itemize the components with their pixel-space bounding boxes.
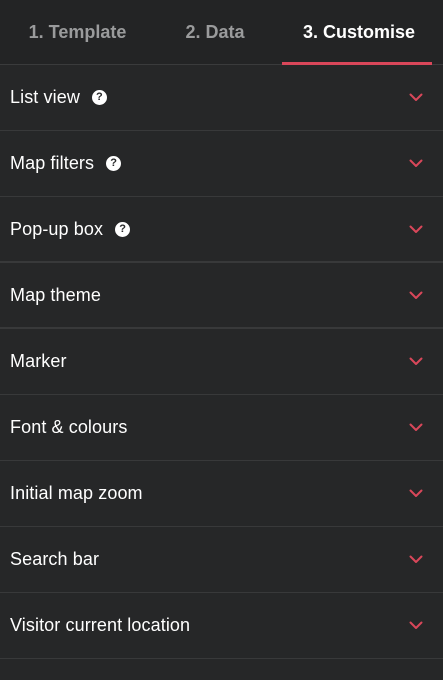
section-marker[interactable]: Marker	[0, 329, 443, 395]
chevron-down-icon[interactable]	[409, 621, 423, 631]
section-label: Search bar	[10, 549, 100, 569]
chevron-down-icon[interactable]	[409, 555, 423, 565]
section-map-filters[interactable]: Map filters ?	[0, 131, 443, 197]
section-label: Font & colours	[10, 417, 128, 437]
question-icon[interactable]: ?	[115, 221, 131, 237]
tab-data[interactable]: 2. Data	[155, 0, 275, 64]
section-search-bar[interactable]: Search bar	[0, 527, 443, 593]
question-icon[interactable]: ?	[91, 90, 107, 105]
section-font-colours[interactable]: Font & colours	[0, 395, 443, 461]
section-initial-map-zoom[interactable]: Initial map zoom	[0, 461, 443, 527]
tab-template[interactable]: 1. Template	[0, 0, 155, 64]
chevron-down-icon[interactable]	[409, 423, 423, 433]
chevron-down-icon[interactable]	[409, 489, 423, 499]
chevron-down-icon[interactable]	[409, 224, 423, 234]
section-label: Initial map zoom	[10, 483, 143, 503]
step-tabs: 1. Template 2. Data 3. Customise	[0, 0, 443, 65]
tab-customise[interactable]: 3. Customise	[275, 0, 443, 65]
chevron-down-icon[interactable]	[409, 290, 423, 300]
section-label: Marker	[10, 351, 67, 371]
chevron-down-icon[interactable]	[409, 159, 423, 169]
section-label: Pop-up box	[10, 218, 104, 239]
section-label: Visitor current location	[10, 615, 191, 635]
section-label: Map theme	[10, 284, 101, 305]
section-label: List view	[10, 87, 80, 107]
chevron-down-icon[interactable]	[409, 357, 423, 367]
section-label: Map filters	[10, 153, 95, 173]
section-pop-up-box[interactable]: Pop-up box ?	[0, 197, 443, 263]
section-list-view[interactable]: List view ?	[0, 65, 443, 131]
question-icon[interactable]: ?	[106, 156, 122, 171]
section-map-theme[interactable]: Map theme	[0, 263, 443, 329]
section-visitor-current-location[interactable]: Visitor current location	[0, 593, 443, 659]
chevron-down-icon[interactable]	[409, 93, 423, 103]
